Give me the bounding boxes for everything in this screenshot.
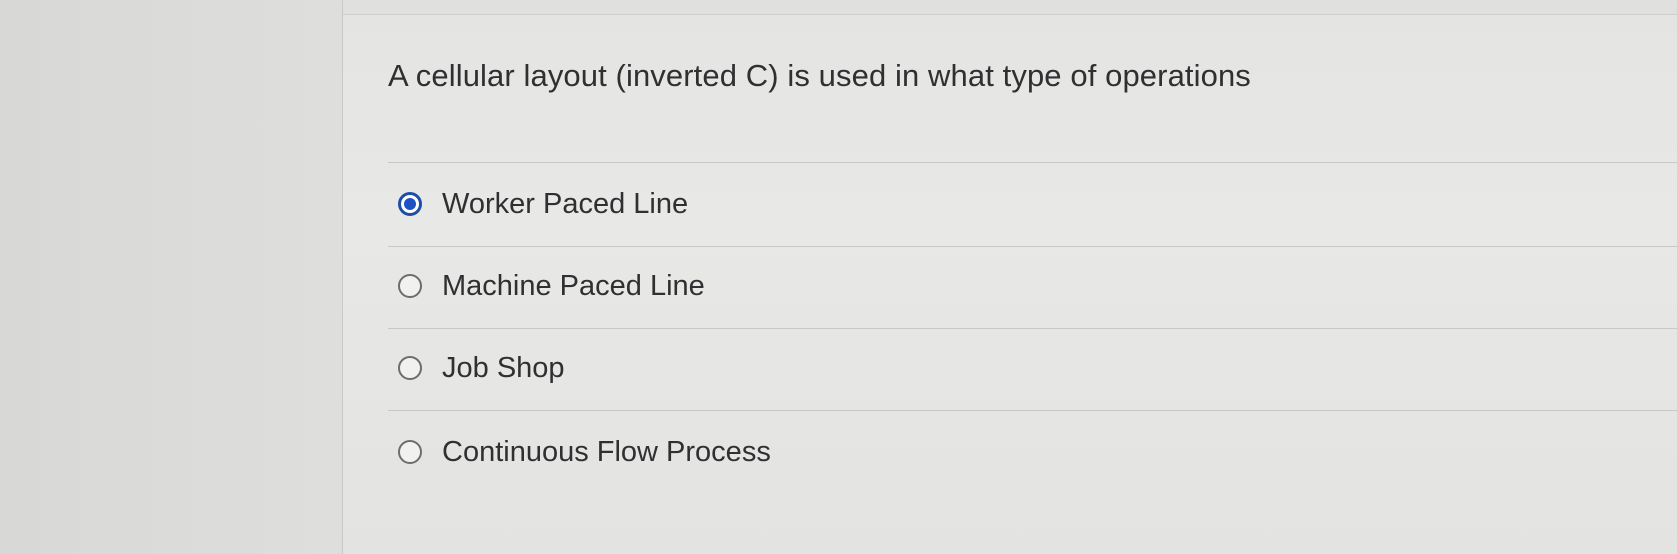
- separator: [388, 328, 1677, 329]
- option-label: Job Shop: [442, 351, 565, 384]
- question-panel: A cellular layout (inverted C) is used i…: [342, 0, 1677, 554]
- separator: [388, 162, 1677, 163]
- question-text: A cellular layout (inverted C) is used i…: [388, 58, 1251, 93]
- option-label: Machine Paced Line: [442, 269, 705, 302]
- option-job-shop[interactable]: Job Shop: [398, 348, 565, 388]
- left-gutter: [0, 0, 342, 554]
- quiz-page: A cellular layout (inverted C) is used i…: [0, 0, 1677, 554]
- panel-top-rule: [343, 0, 1677, 15]
- radio-unselected-icon[interactable]: [398, 274, 422, 298]
- separator: [388, 410, 1677, 411]
- radio-unselected-icon[interactable]: [398, 440, 422, 464]
- radio-selected-icon[interactable]: [398, 192, 422, 216]
- option-machine-paced-line[interactable]: Machine Paced Line: [398, 266, 705, 306]
- radio-unselected-icon[interactable]: [398, 356, 422, 380]
- option-worker-paced-line[interactable]: Worker Paced Line: [398, 184, 688, 224]
- option-label: Continuous Flow Process: [442, 435, 771, 468]
- option-label: Worker Paced Line: [442, 187, 689, 220]
- separator: [388, 246, 1677, 247]
- option-continuous-flow-process[interactable]: Continuous Flow Process: [398, 432, 771, 472]
